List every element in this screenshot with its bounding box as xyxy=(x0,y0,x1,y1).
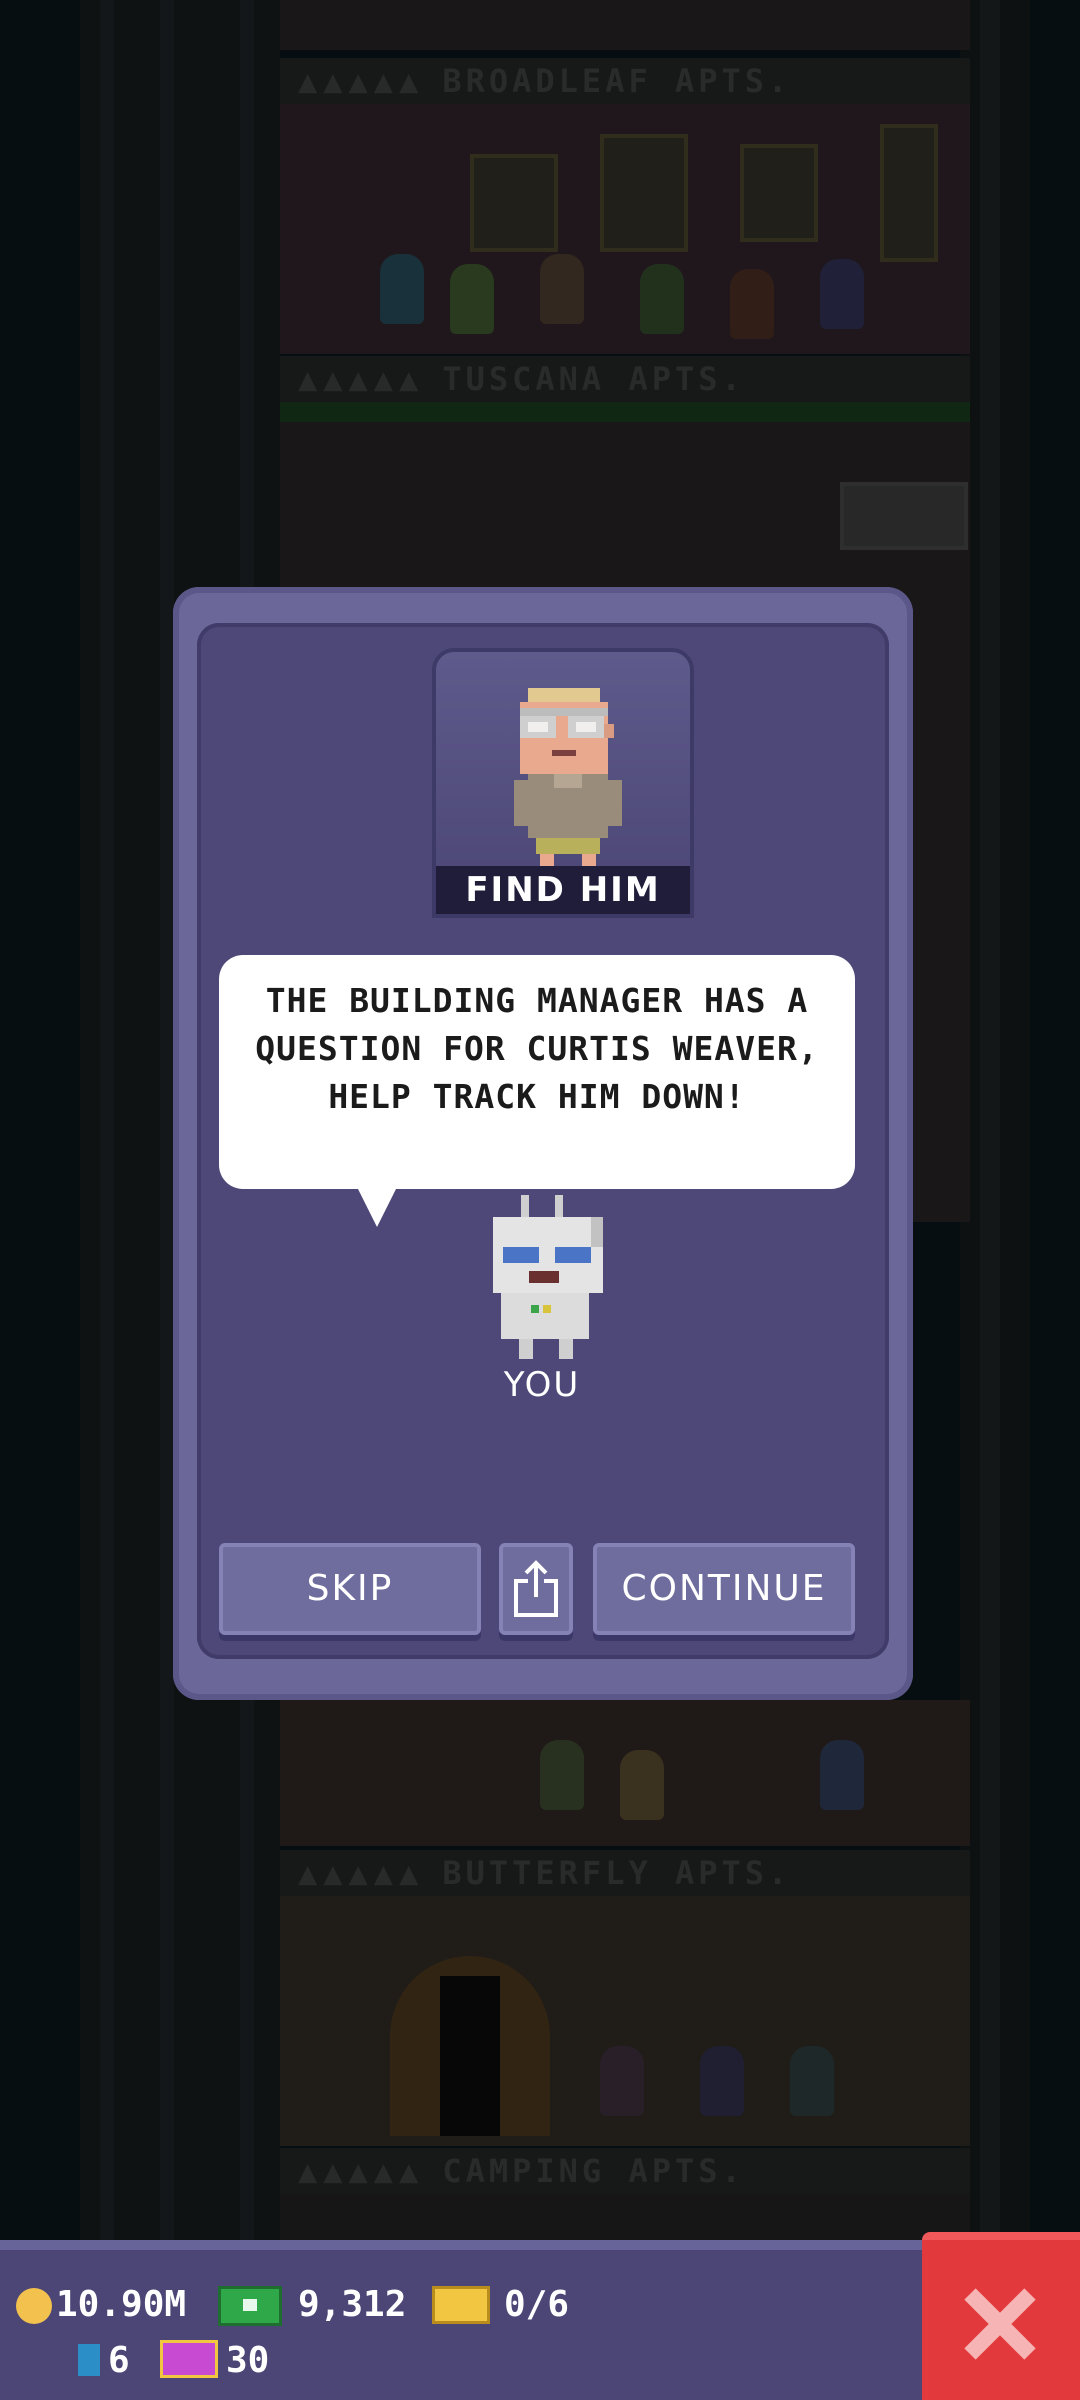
vip-count[interactable]: 30 xyxy=(226,2340,269,2381)
curtis-weaver-avatar xyxy=(514,688,622,866)
close-button[interactable] xyxy=(922,2232,1080,2400)
speech-bubble: THE BUILDING MANAGER HAS A QUESTION FOR … xyxy=(219,955,855,1189)
portrait-label: FIND HIM xyxy=(436,866,690,914)
key-icon xyxy=(78,2344,100,2376)
share-icon xyxy=(514,1560,558,1617)
skip-button[interactable]: SKIP xyxy=(219,1543,481,1635)
vip-icon xyxy=(160,2340,218,2378)
mission-dialog: FIND HIM THE BUILDING MANAGER HAS A QUES… xyxy=(173,587,913,1700)
coin-count[interactable]: 10.90M xyxy=(56,2284,186,2325)
bux-count[interactable]: 9,312 xyxy=(298,2284,406,2325)
coin-icon xyxy=(16,2288,52,2324)
close-icon xyxy=(964,2288,1036,2360)
player-robot-avatar xyxy=(493,1195,603,1359)
bux-icon xyxy=(218,2286,282,2326)
speech-bubble-tail xyxy=(355,1183,399,1227)
dialog-message: THE BUILDING MANAGER HAS A QUESTION FOR … xyxy=(255,981,819,1116)
dialog-panel: FIND HIM THE BUILDING MANAGER HAS A QUES… xyxy=(197,623,889,1659)
key-count[interactable]: 6 xyxy=(108,2340,130,2381)
ticket-count[interactable]: 0/6 xyxy=(504,2284,569,2325)
continue-button[interactable]: CONTINUE xyxy=(593,1543,855,1635)
status-bar: 10.90M 9,312 0/6 6 30 xyxy=(0,2240,1080,2400)
share-button[interactable] xyxy=(499,1543,573,1635)
target-portrait: FIND HIM xyxy=(432,648,694,918)
you-label: YOU xyxy=(503,1365,581,1405)
ticket-icon xyxy=(432,2286,490,2324)
